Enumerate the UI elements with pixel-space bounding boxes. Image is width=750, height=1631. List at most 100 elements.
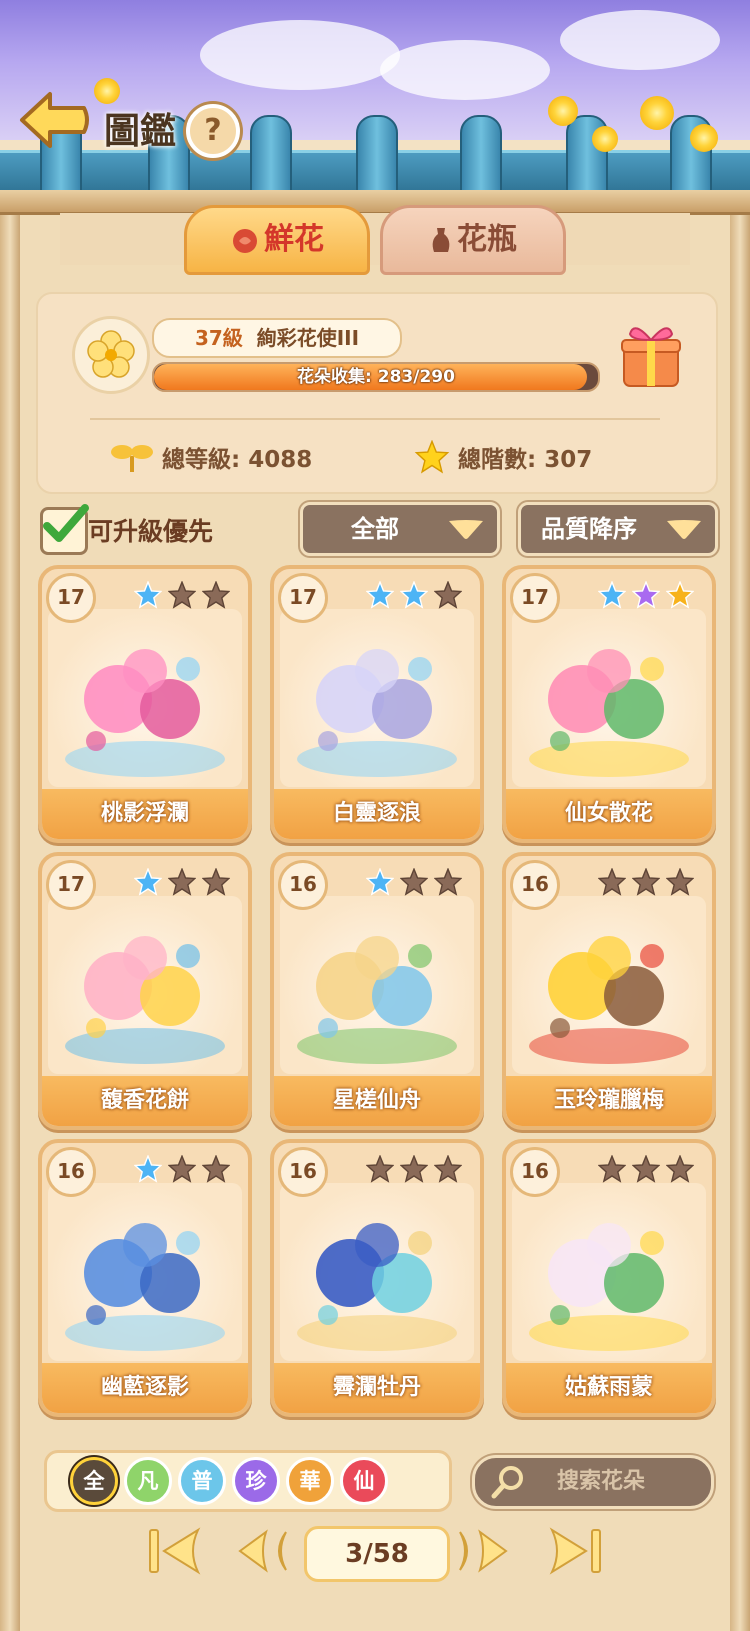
card-name: 玉玲瓏臘梅 — [506, 1076, 712, 1126]
help-button[interactable]: ? — [186, 104, 240, 158]
empty-star-icon — [167, 867, 197, 896]
sprout-icon — [111, 445, 153, 472]
rarity-chip[interactable]: 凡 — [124, 1457, 172, 1505]
first-page-button[interactable] — [146, 1526, 202, 1576]
card-star-rating — [128, 1154, 231, 1183]
card-level-badge: 16 — [510, 1147, 560, 1197]
lotus-art — [512, 609, 706, 787]
empty-star-icon — [597, 867, 627, 896]
empty-star-icon — [597, 1154, 627, 1183]
checkmark-icon — [43, 504, 89, 542]
card-star-rating — [360, 580, 463, 609]
rarity-chip[interactable]: 普 — [178, 1457, 226, 1505]
flower-card[interactable]: 16 幽藍逐影 — [38, 1139, 252, 1417]
flower-card[interactable]: 16 姑蘇雨蒙 — [502, 1139, 716, 1417]
chevron-down-icon — [449, 520, 483, 539]
roof-tile — [460, 115, 502, 199]
card-star-rating — [128, 867, 231, 896]
card-name: 姑蘇雨蒙 — [506, 1363, 712, 1413]
purple-star-icon — [631, 580, 661, 609]
empty-star-icon — [201, 1154, 231, 1183]
card-star-rating — [360, 867, 463, 896]
empty-star-icon — [631, 1154, 661, 1183]
tab-flowers[interactable]: 鮮花 — [184, 205, 370, 275]
back-button[interactable] — [16, 82, 92, 158]
flower-card[interactable]: 17 白靈逐浪 — [270, 565, 484, 843]
flower-card[interactable]: 16 玉玲瓏臘梅 — [502, 852, 716, 1130]
empty-star-icon — [433, 867, 463, 896]
blue-star-icon — [597, 580, 627, 609]
rarity-chip[interactable]: 全 — [70, 1457, 118, 1505]
gift-box-button[interactable] — [618, 318, 684, 390]
cloud-decoration — [380, 40, 550, 100]
flower-card[interactable]: 17 仙女散花 — [502, 565, 716, 843]
total-rank-text: 總階數: 307 — [458, 447, 593, 473]
sort-dropdown[interactable]: 品質降序 — [518, 502, 718, 556]
page-indicator: 3/58 — [304, 1526, 450, 1582]
roof-tile — [250, 115, 292, 199]
total-level-stat: 總等級: 4088 — [110, 440, 312, 474]
flower-card[interactable]: 16 星槎仙舟 — [270, 852, 484, 1130]
card-star-rating — [592, 867, 695, 896]
level-title: 絢彩花使III — [256, 326, 360, 350]
empty-star-icon — [201, 867, 231, 896]
upgrade-first-label[interactable]: 可升級優先 — [88, 512, 213, 548]
empty-star-icon — [167, 580, 197, 609]
collection-progress-text: 花朵收集: 283/290 — [297, 367, 455, 387]
rarity-chip[interactable]: 仙 — [340, 1457, 388, 1505]
empty-star-icon — [433, 1154, 463, 1183]
category-dropdown[interactable]: 全部 — [300, 502, 500, 556]
blossom-decoration — [640, 96, 674, 130]
summary-divider — [90, 418, 660, 420]
star-icon — [414, 439, 450, 474]
tab-vases[interactable]: 花瓶 — [380, 205, 566, 275]
last-page-icon — [549, 1527, 601, 1575]
fairy-boat-art — [280, 896, 474, 1074]
card-star-rating — [592, 580, 695, 609]
rarity-chip[interactable]: 珍 — [232, 1457, 280, 1505]
card-name: 星槎仙舟 — [274, 1076, 480, 1126]
next-page-icon — [459, 1529, 508, 1573]
blue-peony-art — [280, 1183, 474, 1361]
white-dolphin-art — [280, 609, 474, 787]
card-name: 桃影浮瀾 — [42, 789, 248, 839]
tab-vases-label: 花瓶 — [457, 222, 517, 257]
previous-page-button[interactable] — [236, 1526, 292, 1576]
card-level-badge: 17 — [278, 573, 328, 623]
gift-icon — [621, 327, 681, 387]
flower-cake-art — [48, 896, 242, 1074]
flower-card[interactable]: 16 霽瀾牡丹 — [270, 1139, 484, 1417]
card-star-rating — [592, 1154, 695, 1183]
plum-flower-icon — [87, 330, 135, 378]
level-number: 37級 — [194, 326, 243, 350]
level-label: 37級 絢彩花使III — [152, 318, 402, 358]
blossom-decoration — [548, 96, 578, 126]
wintersweet-art — [512, 896, 706, 1074]
search-placeholder: 搜索花朵 — [557, 1469, 646, 1494]
card-level-badge: 16 — [278, 860, 328, 910]
empty-star-icon — [399, 1154, 429, 1183]
card-level-badge: 16 — [46, 1147, 96, 1197]
card-name: 白靈逐浪 — [274, 789, 480, 839]
empty-star-icon — [201, 580, 231, 609]
blue-star-icon — [365, 867, 395, 896]
flower-card[interactable]: 17 馥香花餅 — [38, 852, 252, 1130]
card-name: 馥香花餅 — [42, 1076, 248, 1126]
blue-star-icon — [399, 580, 429, 609]
empty-star-icon — [433, 580, 463, 609]
pink-dolphin-art — [48, 609, 242, 787]
card-level-badge: 17 — [46, 573, 96, 623]
flower-card[interactable]: 17 桃影浮瀾 — [38, 565, 252, 843]
search-input[interactable]: 搜索花朵 — [472, 1455, 714, 1509]
last-page-button[interactable] — [548, 1526, 604, 1576]
empty-star-icon — [365, 1154, 395, 1183]
next-page-button[interactable] — [454, 1526, 510, 1576]
white-lotus-art — [512, 1183, 706, 1361]
blue-star-icon — [133, 1154, 163, 1183]
tab-flowers-label: 鮮花 — [264, 222, 324, 257]
upgrade-first-checkbox[interactable] — [40, 504, 89, 555]
tab-bar-background — [60, 213, 690, 265]
blossom-decoration — [94, 78, 120, 104]
rarity-chip[interactable]: 華 — [286, 1457, 334, 1505]
card-name: 幽藍逐影 — [42, 1363, 248, 1413]
